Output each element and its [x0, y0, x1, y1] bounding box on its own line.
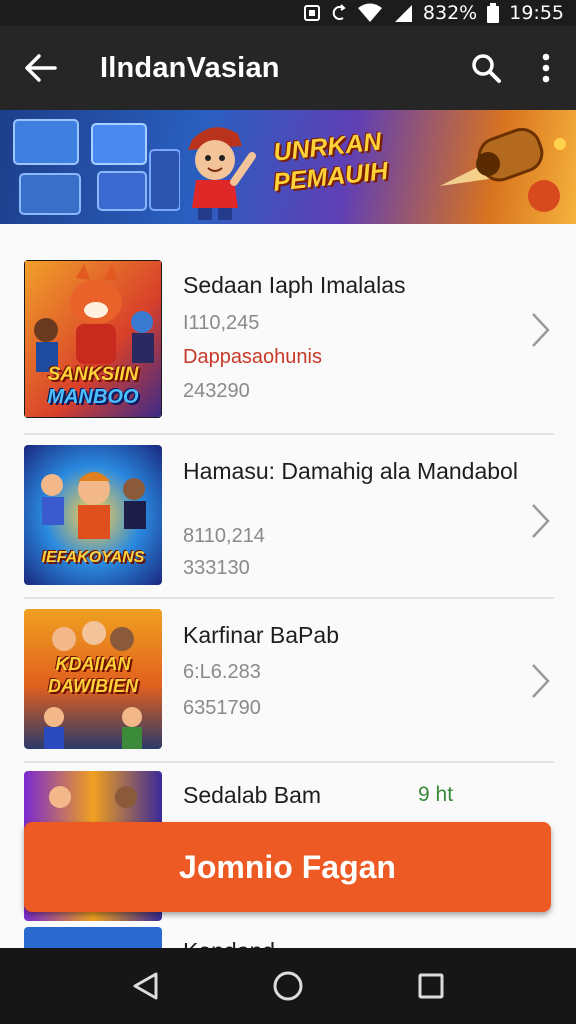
battery-icon: [487, 3, 500, 23]
list-item[interactable]: Kendand: [0, 927, 576, 948]
item-count: 6:L6.283: [183, 661, 261, 683]
item-stat: 333130: [183, 557, 250, 579]
game-thumbnail: KDAIIAN DAWIBIEN: [24, 609, 162, 749]
item-count: 8110,214: [183, 525, 265, 547]
thumbnail-art: [24, 927, 162, 948]
list-item[interactable]: SANKSIIN MANBOO Sedaan Iaph Imalalas I11…: [0, 224, 576, 435]
clock: 19:55: [509, 2, 564, 24]
game-thumbnail: IEFAKOYANS: [24, 445, 162, 585]
thumbnail-title-top: KDAIIAN: [55, 654, 131, 674]
page-title: IlndanVasian: [100, 51, 280, 84]
item-category: Dappasaohunis: [183, 346, 322, 368]
signal-icon: [393, 3, 413, 23]
item-title: Hamasu: Damahig ala Mandabol: [183, 458, 518, 484]
chevron-right-icon: [532, 313, 550, 347]
thumbnail-title-bottom: MANBOO: [47, 386, 139, 408]
banner-cannon-art: [440, 127, 566, 212]
thumbnail-title: IEFAKOYANS: [41, 549, 145, 566]
status-bar: 832% 19:55: [0, 0, 576, 26]
game-thumbnail: SANKSIIN MANBOO: [24, 260, 162, 418]
nav-home-button[interactable]: [258, 956, 318, 1016]
item-title: Sedaan Iaph Imalalas: [183, 272, 406, 298]
back-button[interactable]: [0, 26, 80, 110]
banner-hero-art: [188, 127, 256, 220]
system-nav-bar: [0, 948, 576, 1024]
thumbnail-title-top: SANKSIIN: [47, 364, 139, 385]
list-item[interactable]: IEFAKOYANS Hamasu: Damahig ala Mandabol …: [0, 435, 576, 599]
game-thumbnail: [24, 927, 162, 948]
item-stat: 243290: [183, 380, 250, 402]
nav-recents-button[interactable]: [401, 956, 461, 1016]
item-title: Sedalab Bam: [183, 782, 322, 808]
time-badge: 9 ht: [418, 783, 454, 806]
more-options-button[interactable]: [516, 26, 576, 110]
chevron-right-icon: [532, 664, 550, 698]
sync-icon: [331, 4, 347, 22]
list-item[interactable]: KDAIIAN DAWIBIEN Karfinar BaPab 6:L6.283…: [0, 599, 576, 763]
item-count: I110,245: [183, 312, 260, 334]
cta-button[interactable]: Jomnio Fagan: [24, 822, 551, 912]
item-title: Karfinar BaPab: [183, 622, 339, 648]
app-bar: IlndanVasian: [0, 26, 576, 110]
promo-banner[interactable]: UNRKAN PEMAUIH: [0, 110, 576, 224]
thumbnail-title-bottom: DAWIBIEN: [48, 676, 138, 696]
circle-home-icon: [273, 971, 303, 1001]
search-icon: [472, 54, 501, 83]
arrow-left-icon: [25, 54, 57, 82]
item-title: Kendand: [183, 937, 523, 948]
battery-percentage: 832%: [422, 2, 478, 24]
nav-back-button[interactable]: [115, 956, 175, 1016]
chevron-right-icon: [532, 504, 550, 538]
more-vertical-icon: [542, 53, 550, 83]
banner-headline: UNRKAN PEMAUIH: [261, 125, 397, 198]
search-button[interactable]: [456, 26, 516, 110]
wifi-icon: [357, 3, 383, 23]
square-recents-icon: [418, 973, 444, 999]
notification-icon: [303, 4, 321, 22]
banner-screens-art: [13, 119, 180, 215]
app-root: 832% 19:55 IlndanVasian UNRKAN PEMAUIH S…: [0, 0, 576, 1024]
triangle-back-icon: [133, 972, 158, 1000]
item-stat: 6351790: [183, 697, 261, 719]
